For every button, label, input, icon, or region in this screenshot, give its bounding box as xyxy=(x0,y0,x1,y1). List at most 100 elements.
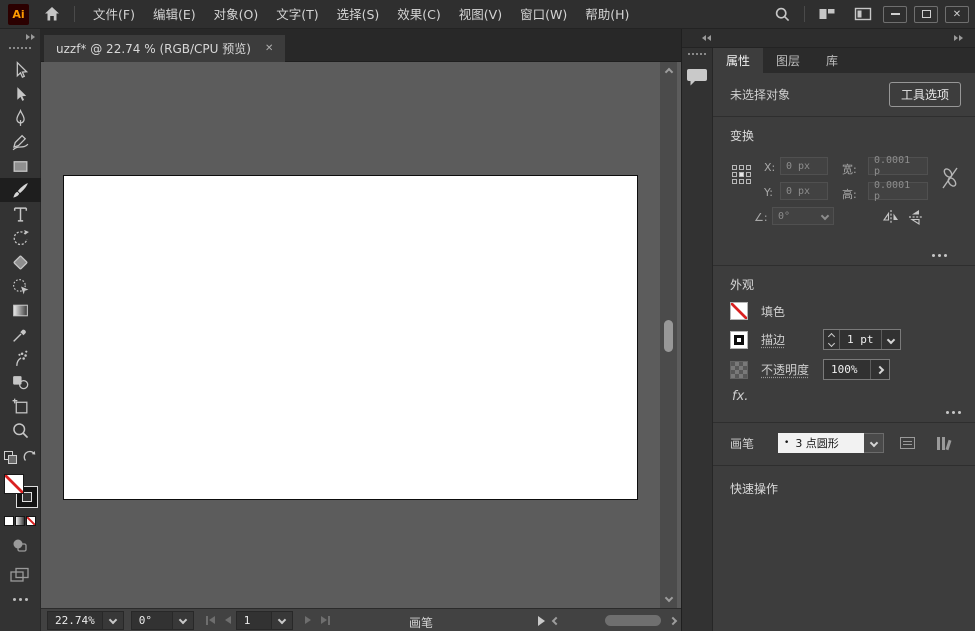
tab-properties[interactable]: 属性 xyxy=(713,48,763,73)
artboard-navigation-control[interactable]: 1 xyxy=(236,611,293,630)
artboard[interactable] xyxy=(63,175,638,500)
artboard-dropdown-icon[interactable] xyxy=(272,611,293,630)
flip-horizontal-icon[interactable] xyxy=(882,209,900,224)
paintbrush-tool[interactable] xyxy=(0,178,41,202)
drawing-mode-button[interactable] xyxy=(10,536,30,556)
none-button[interactable] xyxy=(26,516,36,526)
default-fill-stroke-icon[interactable] xyxy=(4,451,17,464)
tab-libraries[interactable]: 库 xyxy=(813,48,851,73)
fill-swatch-none[interactable] xyxy=(4,474,24,494)
edit-toolbar-button[interactable] xyxy=(13,598,28,601)
rotate-tool[interactable] xyxy=(0,226,41,250)
fx-button[interactable]: fx. xyxy=(732,389,961,404)
vertical-scrollbar-thumb[interactable] xyxy=(664,320,673,352)
panel-grip[interactable] xyxy=(688,53,706,55)
menu-type[interactable]: 文字(T) xyxy=(267,0,327,29)
brush-libraries-icon[interactable] xyxy=(937,437,950,450)
scroll-right-icon[interactable] xyxy=(669,616,677,624)
first-artboard-icon[interactable] xyxy=(206,616,215,625)
direct-selection-tool[interactable] xyxy=(0,82,41,106)
gradient-tool[interactable] xyxy=(0,298,41,322)
last-artboard-icon[interactable] xyxy=(321,616,330,625)
fill-label[interactable]: 填色 xyxy=(761,303,823,320)
vertical-scrollbar[interactable] xyxy=(660,62,677,608)
tab-close-icon[interactable]: ✕ xyxy=(265,43,273,54)
canvas-area[interactable] xyxy=(41,62,681,608)
collapse-toolbar-icon[interactable] xyxy=(25,34,35,40)
opacity-expand-icon[interactable] xyxy=(870,360,889,379)
brush-dropdown-icon[interactable] xyxy=(864,433,884,453)
angle-select[interactable]: 0° xyxy=(772,207,834,225)
fill-color-swatch[interactable] xyxy=(730,302,748,320)
toolbar-grip[interactable] xyxy=(9,47,31,49)
menu-edit[interactable]: 编辑(E) xyxy=(144,0,205,29)
horizontal-scrollbar-thumb[interactable] xyxy=(605,615,661,626)
opacity-control[interactable]: 100% xyxy=(823,359,890,380)
curvature-tool[interactable] xyxy=(0,130,41,154)
selection-tool[interactable] xyxy=(0,58,41,82)
scroll-left-icon[interactable] xyxy=(552,616,560,624)
close-button[interactable]: ✕ xyxy=(945,6,969,23)
stroke-weight-value[interactable]: 1 pt xyxy=(840,330,881,349)
scroll-up-icon[interactable] xyxy=(664,65,673,79)
rotation-dropdown-icon[interactable] xyxy=(173,611,194,630)
stroke-color-swatch[interactable] xyxy=(730,331,748,349)
color-button[interactable] xyxy=(4,516,14,526)
blend-tool[interactable] xyxy=(0,370,41,394)
rectangle-tool[interactable] xyxy=(0,154,41,178)
screen-mode-button[interactable] xyxy=(9,566,31,584)
flip-vertical-icon[interactable] xyxy=(908,209,923,225)
eyedropper-tool[interactable] xyxy=(0,322,41,346)
horizontal-scrollbar-track[interactable] xyxy=(563,612,666,629)
scroll-down-icon[interactable] xyxy=(664,591,673,605)
tab-layers[interactable]: 图层 xyxy=(763,48,813,73)
stroke-label[interactable]: 描边 xyxy=(761,331,823,348)
transform-more-options[interactable] xyxy=(932,254,947,257)
width-field[interactable]: 0.0001 p xyxy=(868,157,928,175)
home-icon[interactable] xyxy=(39,3,65,25)
minimize-button[interactable] xyxy=(883,6,907,23)
document-tab[interactable]: uzzf* @ 22.74 % (RGB/CPU 预览) ✕ xyxy=(44,35,285,62)
gradient-button[interactable] xyxy=(15,516,25,526)
next-artboard-icon[interactable] xyxy=(305,616,311,624)
swap-fill-stroke-icon[interactable] xyxy=(23,450,37,464)
pen-tool[interactable] xyxy=(0,106,41,130)
previous-artboard-icon[interactable] xyxy=(225,616,231,624)
zoom-tool[interactable] xyxy=(0,418,41,442)
stroke-weight-dropdown-icon[interactable] xyxy=(881,330,900,349)
menu-object[interactable]: 对象(O) xyxy=(205,0,268,29)
reference-point-locator[interactable] xyxy=(732,165,751,184)
maximize-button[interactable] xyxy=(914,6,938,23)
collapse-comments-icon[interactable] xyxy=(702,35,712,41)
workspace-switcher-icon[interactable] xyxy=(850,3,876,25)
menu-file[interactable]: 文件(F) xyxy=(84,0,144,29)
tool-options-button[interactable]: 工具选项 xyxy=(889,82,961,107)
opacity-swatch[interactable] xyxy=(730,361,748,379)
horizontal-scrollbar[interactable] xyxy=(553,612,676,629)
x-field[interactable]: 0 px xyxy=(780,157,828,175)
arrange-documents-icon[interactable] xyxy=(814,3,840,25)
zoom-level-control[interactable]: 22.74% xyxy=(47,611,124,630)
eraser-tool[interactable] xyxy=(0,250,41,274)
brush-options-icon[interactable] xyxy=(900,437,915,449)
opacity-value[interactable]: 100% xyxy=(824,360,870,379)
menu-select[interactable]: 选择(S) xyxy=(328,0,389,29)
rotation-value[interactable]: 0° xyxy=(131,611,173,630)
zoom-dropdown-icon[interactable] xyxy=(103,611,124,630)
y-field[interactable]: 0 px xyxy=(780,182,828,200)
menu-window[interactable]: 窗口(W) xyxy=(511,0,576,29)
search-icon[interactable] xyxy=(769,3,795,25)
menu-view[interactable]: 视图(V) xyxy=(450,0,511,29)
type-tool[interactable] xyxy=(0,202,41,226)
artboard-number-value[interactable]: 1 xyxy=(236,611,272,630)
collapse-panels-icon[interactable] xyxy=(953,35,963,41)
stroke-weight-stepper[interactable] xyxy=(824,330,840,349)
shape-builder-tool[interactable] xyxy=(0,274,41,298)
menu-effect[interactable]: 效果(C) xyxy=(388,0,449,29)
comments-icon[interactable] xyxy=(686,67,708,87)
constrain-proportions-icon[interactable] xyxy=(940,165,960,191)
appearance-more-options[interactable] xyxy=(946,411,961,414)
height-field[interactable]: 0.0001 p xyxy=(868,182,928,200)
rotation-control[interactable]: 0° xyxy=(131,611,194,630)
zoom-level-value[interactable]: 22.74% xyxy=(47,611,103,630)
